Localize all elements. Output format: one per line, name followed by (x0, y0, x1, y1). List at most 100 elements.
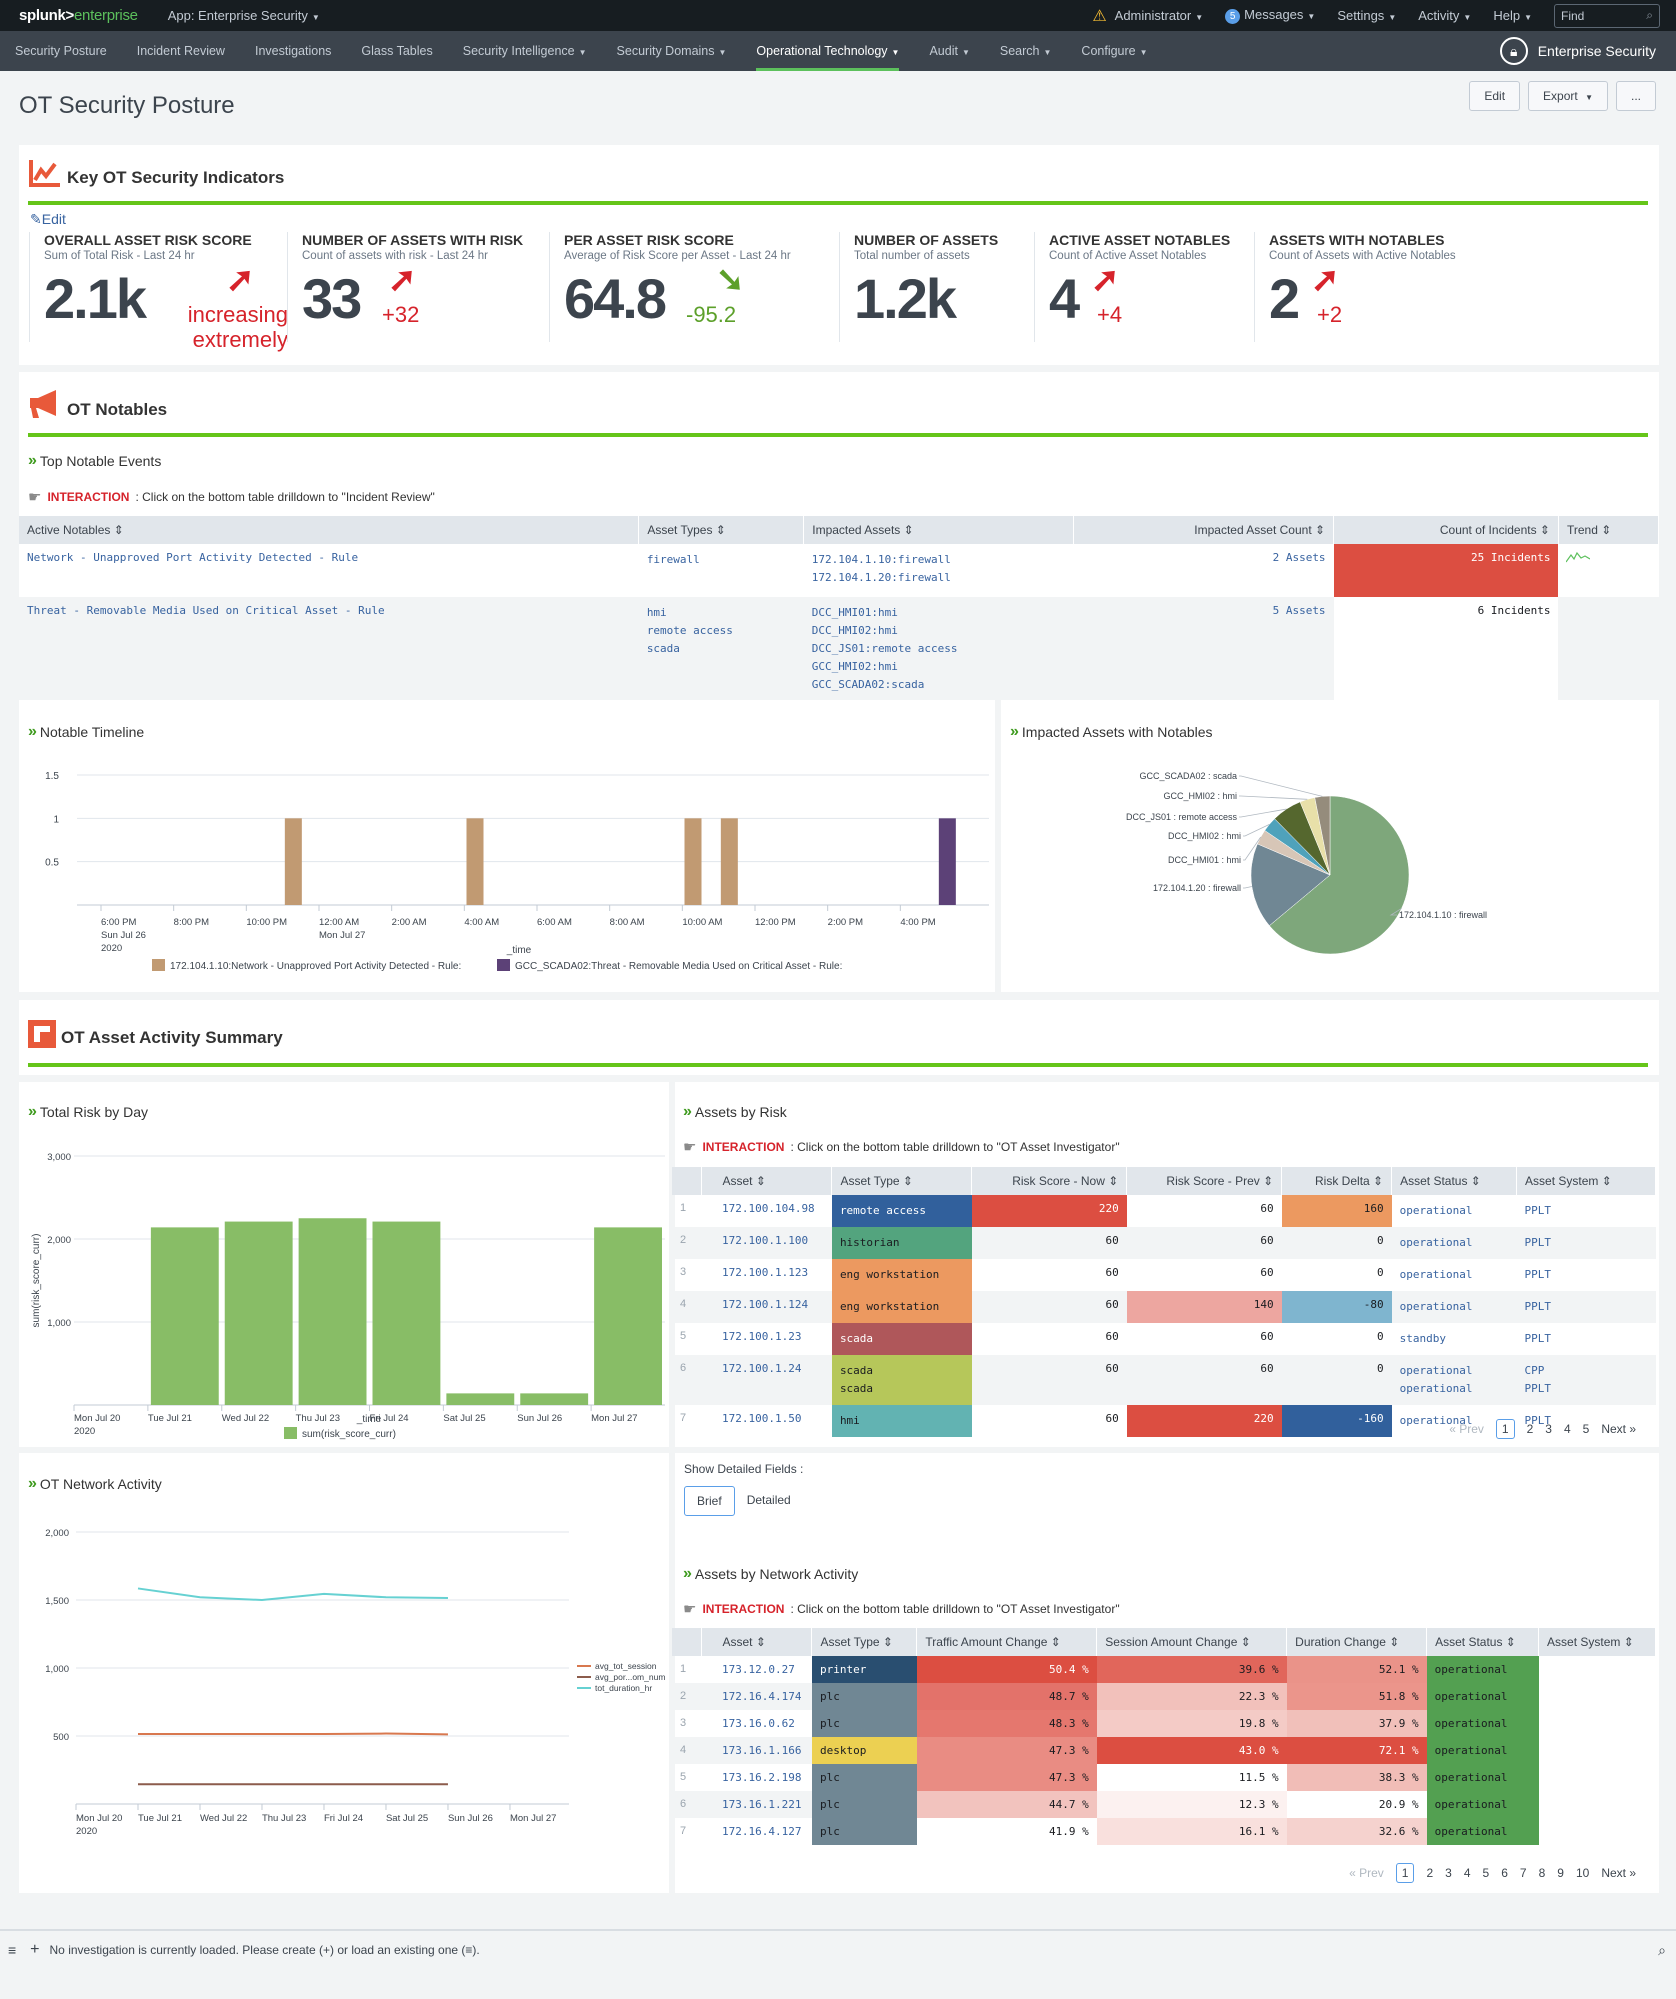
column-header[interactable]: Asset System ⇕ (1516, 1167, 1656, 1195)
risk-score-prev[interactable]: 60 (1126, 1355, 1282, 1405)
settings-menu[interactable]: Settings ▼ (1337, 8, 1396, 23)
kpi-per-asset-risk-score[interactable]: PER ASSET RISK SCORE Average of Risk Sco… (549, 232, 839, 342)
session-change[interactable]: 16.1 % (1096, 1818, 1287, 1845)
asset-type[interactable]: plc (811, 1818, 917, 1845)
session-change[interactable]: 39.6 % (1096, 1656, 1287, 1683)
asset-status[interactable]: operational (1426, 1683, 1539, 1710)
column-header[interactable]: Asset ⇕ (701, 1628, 813, 1656)
risk-score-now[interactable]: 60 (971, 1355, 1127, 1405)
notable-name[interactable]: Network - Unapproved Port Activity Detec… (19, 544, 639, 597)
edit-button[interactable]: Edit (1469, 81, 1521, 111)
kpi-number-of-assets-with-risk[interactable]: NUMBER OF ASSETS WITH RISK Count of asse… (287, 232, 549, 342)
asset-system[interactable]: PPLT (1517, 1323, 1656, 1355)
column-header[interactable]: Count of Incidents ⇕ (1333, 516, 1559, 544)
asset-link[interactable]: 172.16.4.174 (701, 1683, 812, 1710)
kpi-overall-asset-risk-score[interactable]: OVERALL ASSET RISK SCORE Sum of Total Ri… (29, 232, 288, 352)
pager-page[interactable]: 1 (1395, 1863, 1415, 1883)
column-header[interactable]: Risk Delta ⇕ (1281, 1167, 1393, 1195)
pager-page[interactable]: 2 (1527, 1422, 1534, 1436)
notable-name[interactable]: Threat - Removable Media Used on Critica… (19, 597, 639, 704)
asset-system[interactable]: PPLT (1517, 1259, 1656, 1291)
nav-item-investigations[interactable]: Investigations (240, 31, 346, 71)
asset-type[interactable]: eng workstation (831, 1259, 972, 1291)
impacted-asset-count[interactable]: 2 Assets (1074, 544, 1334, 597)
risk-delta[interactable]: 0 (1282, 1259, 1392, 1291)
asset-type[interactable]: scada (831, 1323, 972, 1355)
asset-link[interactable]: 172.16.4.127 (702, 1818, 812, 1845)
column-header[interactable]: Active Notables ⇕ (19, 516, 640, 544)
asset-link[interactable]: 172.100.1.23 (702, 1323, 832, 1355)
kpi-assets-with-notables[interactable]: ASSETS WITH NOTABLES Count of Assets wit… (1254, 232, 1514, 342)
risk-delta[interactable]: -80 (1281, 1291, 1392, 1323)
pager-next[interactable]: Next » (1601, 1866, 1636, 1880)
table-row[interactable]: 6 173.16.1.221 plc 44.7 % 12.3 % 20.9 % operat… (672, 1791, 1656, 1818)
table-row[interactable]: 7 172.16.4.127 plc 41.9 % 16.1 % 32.6 % operat… (672, 1818, 1656, 1845)
app-selector[interactable]: App: Enterprise Security ▼ (168, 8, 320, 23)
splunk-logo[interactable]: splunk>enterprise (19, 7, 138, 24)
asset-type[interactable]: plc (811, 1764, 917, 1791)
table-row[interactable]: 5 173.16.2.198 plc 47.3 % 11.5 % 38.3 % operat… (672, 1764, 1656, 1791)
asset-type[interactable]: printer (811, 1656, 917, 1683)
asset-link[interactable]: 173.16.0.62 (702, 1710, 812, 1737)
asset-system[interactable]: CPP PPLT (1516, 1355, 1656, 1405)
nav-item-incident-review[interactable]: Incident Review (122, 31, 240, 71)
asset-type[interactable]: scada scada (831, 1355, 972, 1405)
duration-change[interactable]: 32.6 % (1286, 1818, 1427, 1845)
traffic-change[interactable]: 48.3 % (916, 1710, 1097, 1737)
asset-link[interactable]: 173.16.1.221 (701, 1791, 812, 1818)
column-header[interactable]: Asset Type ⇕ (831, 1167, 973, 1195)
risk-delta[interactable]: 0 (1281, 1227, 1392, 1259)
asset-status[interactable]: operational (1426, 1818, 1539, 1845)
pager-page[interactable]: 10 (1576, 1866, 1589, 1880)
asset-system[interactable]: PPLT (1516, 1291, 1656, 1323)
asset-status[interactable]: standby (1392, 1323, 1517, 1355)
risk-score-prev[interactable]: 220 (1126, 1405, 1282, 1437)
activity-menu[interactable]: Activity ▼ (1418, 8, 1471, 23)
column-header[interactable]: Risk Score - Now ⇕ (971, 1167, 1128, 1195)
risk-delta[interactable]: -160 (1281, 1405, 1392, 1437)
pager-page[interactable]: 8 (1539, 1866, 1546, 1880)
table-row[interactable]: 6 172.100.1.24 scada scada 60 60 0 operational o… (672, 1355, 1656, 1405)
duration-change[interactable]: 51.8 % (1286, 1683, 1427, 1710)
pager-page[interactable]: 1 (1495, 1419, 1515, 1439)
brief-option[interactable]: Brief (684, 1486, 735, 1516)
table-row[interactable]: Network - Unapproved Port Activity Detec… (19, 544, 1659, 597)
pager-next[interactable]: Next » (1601, 1422, 1636, 1436)
pager-prev[interactable]: « Prev (1349, 1866, 1384, 1880)
asset-status[interactable]: operational (1426, 1710, 1539, 1737)
nav-item-security-posture[interactable]: Security Posture (0, 31, 122, 71)
asset-system[interactable]: PPLT (1517, 1195, 1656, 1227)
column-header[interactable]: Risk Score - Prev ⇕ (1126, 1167, 1283, 1195)
asset-system[interactable] (1538, 1656, 1656, 1683)
table-row[interactable]: Threat - Removable Media Used on Critica… (19, 597, 1659, 704)
traffic-change[interactable]: 47.3 % (916, 1764, 1097, 1791)
session-change[interactable]: 19.8 % (1096, 1710, 1287, 1737)
traffic-change[interactable]: 47.3 % (916, 1737, 1097, 1764)
column-header[interactable]: Impacted Asset Count ⇕ (1073, 516, 1335, 544)
traffic-change[interactable]: 41.9 % (916, 1818, 1097, 1845)
asset-status[interactable]: operational (1392, 1195, 1517, 1227)
asset-link[interactable]: 172.100.1.123 (702, 1259, 832, 1291)
asset-system[interactable] (1538, 1764, 1656, 1791)
pager-page[interactable]: 2 (1426, 1866, 1433, 1880)
table-row[interactable]: 4 173.16.1.166 desktop 47.3 % 43.0 % 72.1 % op… (672, 1737, 1656, 1764)
column-header[interactable]: Asset Types ⇕ (638, 516, 805, 544)
detailed-option[interactable]: Detailed (735, 1486, 803, 1516)
traffic-change[interactable]: 48.7 % (916, 1683, 1097, 1710)
asset-link[interactable]: 173.16.1.166 (701, 1737, 812, 1764)
risk-delta[interactable]: 0 (1281, 1355, 1392, 1405)
table-row[interactable]: 2 172.16.4.174 plc 48.7 % 22.3 % 51.8 % operat… (672, 1683, 1656, 1710)
asset-system[interactable] (1538, 1683, 1656, 1710)
asset-type[interactable]: plc (811, 1683, 917, 1710)
risk-score-prev[interactable]: 60 (1127, 1323, 1282, 1355)
asset-link[interactable]: 173.16.2.198 (702, 1764, 812, 1791)
help-menu[interactable]: Help ▼ (1493, 8, 1532, 23)
asset-type[interactable]: historian (831, 1227, 972, 1259)
table-row[interactable]: 1 173.12.0.27 printer 50.4 % 39.6 % 52.1 % ope… (672, 1656, 1656, 1683)
asset-system[interactable] (1538, 1791, 1656, 1818)
impacted-asset-count[interactable]: 5 Assets (1073, 597, 1334, 704)
table-row[interactable]: 3 172.100.1.123 eng workstation 60 60 0 operat… (672, 1259, 1656, 1291)
pager-page[interactable]: 5 (1483, 1866, 1490, 1880)
column-header[interactable]: Asset ⇕ (701, 1167, 833, 1195)
asset-status[interactable]: operational operational (1391, 1355, 1517, 1405)
